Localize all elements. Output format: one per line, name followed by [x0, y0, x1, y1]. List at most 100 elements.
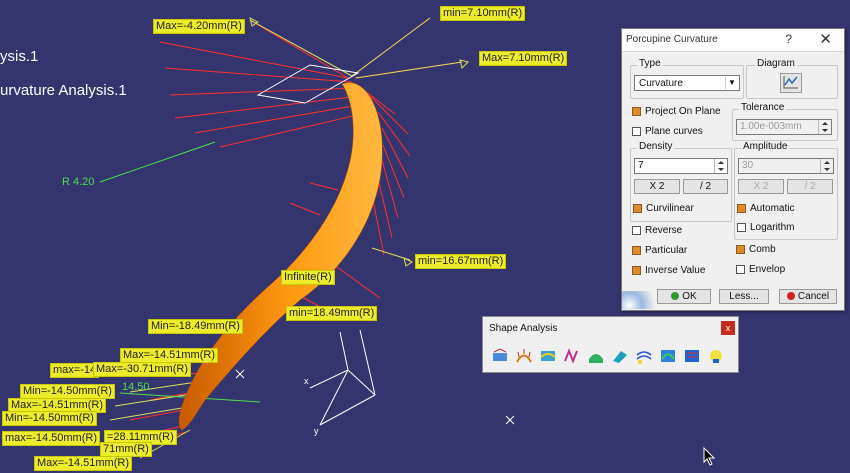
- type-select-value: Curvature: [639, 78, 683, 89]
- connect-checker-icon[interactable]: [491, 347, 509, 365]
- checkbox-box: [633, 203, 642, 213]
- distance-analysis-icon[interactable]: [587, 347, 605, 365]
- type-select[interactable]: Curvature ▼: [634, 75, 740, 91]
- radius-line: [99, 141, 216, 183]
- min-curvature-tag: Min=-14.50mm(R): [20, 384, 115, 399]
- reflection-lines-icon[interactable]: [635, 347, 653, 365]
- ok-label: OK: [682, 291, 697, 302]
- catia-logo: [622, 291, 658, 309]
- amplitude-value: 30: [742, 160, 754, 171]
- checkbox-label: Comb: [749, 244, 776, 255]
- density-field[interactable]: 7: [634, 158, 728, 174]
- type-group-title: Type: [637, 58, 663, 69]
- leader-arrow: [459, 59, 469, 69]
- checkbox-label: Envelop: [749, 264, 786, 275]
- plane-curves-checkbox[interactable]: Plane curves: [632, 126, 703, 137]
- checkbox-box: [737, 222, 746, 232]
- infinite-radius-tag: Infinite(R): [281, 270, 335, 285]
- checkbox-box: [736, 244, 745, 254]
- chevron-down-icon: ▼: [725, 77, 738, 89]
- cancel-icon: [786, 292, 795, 301]
- min-curvature-tag: min=16.67mm(R): [415, 254, 507, 269]
- checkbox-label: Project On Plane: [645, 106, 721, 117]
- checkbox-label: Particular: [645, 245, 688, 256]
- min-curvature-tag: min=7.10mm(R): [440, 6, 526, 21]
- shape-analysis-toolbar: Shape Analysis x: [482, 316, 739, 373]
- density-value: 7: [638, 160, 644, 171]
- density-div2-button[interactable]: / 2: [683, 179, 728, 194]
- toolbar-title[interactable]: Shape Analysis: [489, 323, 557, 334]
- checkbox-box: [736, 264, 745, 274]
- curvilinear-checkbox[interactable]: Curvilinear: [633, 203, 694, 214]
- ok-button[interactable]: OK: [657, 289, 711, 304]
- analyzed-surface: [178, 82, 383, 431]
- max-curvature-tag: max=-14: [50, 363, 100, 378]
- help-icon[interactable]: ?: [785, 32, 792, 46]
- cancel-button[interactable]: Cancel: [779, 289, 837, 304]
- min-curvature-tag: min=18.49mm(R): [286, 306, 378, 321]
- cutting-plane-icon[interactable]: [611, 347, 629, 365]
- min-curvature-tag: Min=-18.49mm(R): [148, 319, 243, 334]
- close-icon[interactable]: x: [721, 321, 735, 335]
- project-on-plane-checkbox[interactable]: Project On Plane: [632, 106, 721, 117]
- tolerance-field[interactable]: 1.00e-003mm: [736, 119, 832, 135]
- amplitude-group: Amplitude 30 X 2 / 2 Automatic Logarithm: [734, 141, 838, 240]
- max-curvature-tag: Max=-14.51mm(R): [34, 456, 132, 471]
- porcupine-curvature-icon[interactable]: [515, 347, 533, 365]
- particular-checkbox[interactable]: Particular: [632, 245, 687, 256]
- amplitude-field[interactable]: 30: [738, 158, 834, 174]
- diagram-group: Diagram: [746, 58, 838, 99]
- envelop-checkbox[interactable]: Envelop: [736, 264, 785, 275]
- checkbox-box: [632, 225, 641, 235]
- svg-text:x: x: [304, 376, 309, 386]
- max-curvature-tag: Max=-4.20mm(R): [153, 19, 245, 34]
- checkbox-box: [632, 245, 641, 255]
- amplitude-div2-button[interactable]: / 2: [787, 179, 833, 194]
- ok-icon: [671, 292, 680, 301]
- tree-item-curvature-analysis[interactable]: urvature Analysis.1: [0, 82, 127, 99]
- environment-mapping-icon[interactable]: [707, 347, 725, 365]
- density-x2-button[interactable]: X 2: [634, 179, 680, 194]
- dialog-title: Porcupine Curvature: [626, 34, 718, 45]
- diagram-group-title: Diagram: [755, 58, 797, 69]
- less-button[interactable]: Less...: [719, 289, 769, 304]
- checkbox-box: [632, 265, 641, 275]
- highlight-lines-icon[interactable]: [683, 347, 701, 365]
- cancel-label: Cancel: [797, 291, 830, 302]
- inverse-value-checkbox[interactable]: Inverse Value: [632, 265, 705, 276]
- tolerance-value: 1.00e-003mm: [740, 121, 802, 132]
- mouse-cursor-icon: [703, 447, 716, 466]
- reverse-checkbox[interactable]: Reverse: [632, 225, 682, 236]
- dialog-title-bar[interactable]: Porcupine Curvature ? ✕: [622, 29, 844, 52]
- checkbox-label: Inverse Value: [645, 265, 706, 276]
- leader-lines: [109, 17, 463, 459]
- logarithm-checkbox[interactable]: Logarithm: [737, 222, 794, 233]
- checkbox-label: Automatic: [750, 203, 795, 214]
- amplitude-x2-button[interactable]: X 2: [738, 179, 784, 194]
- checkbox-box: [632, 106, 641, 116]
- checkbox-label: Reverse: [645, 225, 683, 236]
- spin-arrows-icon[interactable]: [714, 159, 727, 173]
- diagram-icon: [783, 76, 798, 89]
- porcupine-curvature-dialog: Porcupine Curvature ? ✕ Type Curvature ▼…: [621, 28, 845, 311]
- checkbox-label: Logarithm: [750, 222, 795, 233]
- max-curvature-tag: max=-14.50mm(R): [2, 431, 100, 446]
- radius-value-label: 14.50: [122, 381, 150, 393]
- tolerance-group: Tolerance 1.00e-003mm: [732, 102, 838, 141]
- checkbox-label: Plane curves: [645, 126, 703, 137]
- tolerance-group-title: Tolerance: [739, 102, 787, 113]
- inflection-lines-icon[interactable]: [659, 347, 677, 365]
- diagram-button[interactable]: [780, 73, 802, 93]
- comb-checkbox[interactable]: Comb: [736, 244, 776, 255]
- tree-item-analysis[interactable]: ysis.1: [0, 48, 38, 65]
- draft-analysis-icon[interactable]: [563, 347, 581, 365]
- type-group: Type Curvature ▼: [630, 58, 744, 99]
- spin-arrows-icon[interactable]: [818, 120, 831, 134]
- close-icon[interactable]: ✕: [819, 30, 832, 48]
- min-curvature-tag: Min=-14.50mm(R): [2, 411, 97, 426]
- max-curvature-tag: Max=7.10mm(R): [479, 51, 568, 66]
- automatic-checkbox[interactable]: Automatic: [737, 203, 794, 214]
- spin-arrows-icon[interactable]: [820, 159, 833, 173]
- surfacic-curvature-icon[interactable]: [539, 347, 557, 365]
- max-curvature-tag: Max=-30.71mm(R): [93, 362, 191, 377]
